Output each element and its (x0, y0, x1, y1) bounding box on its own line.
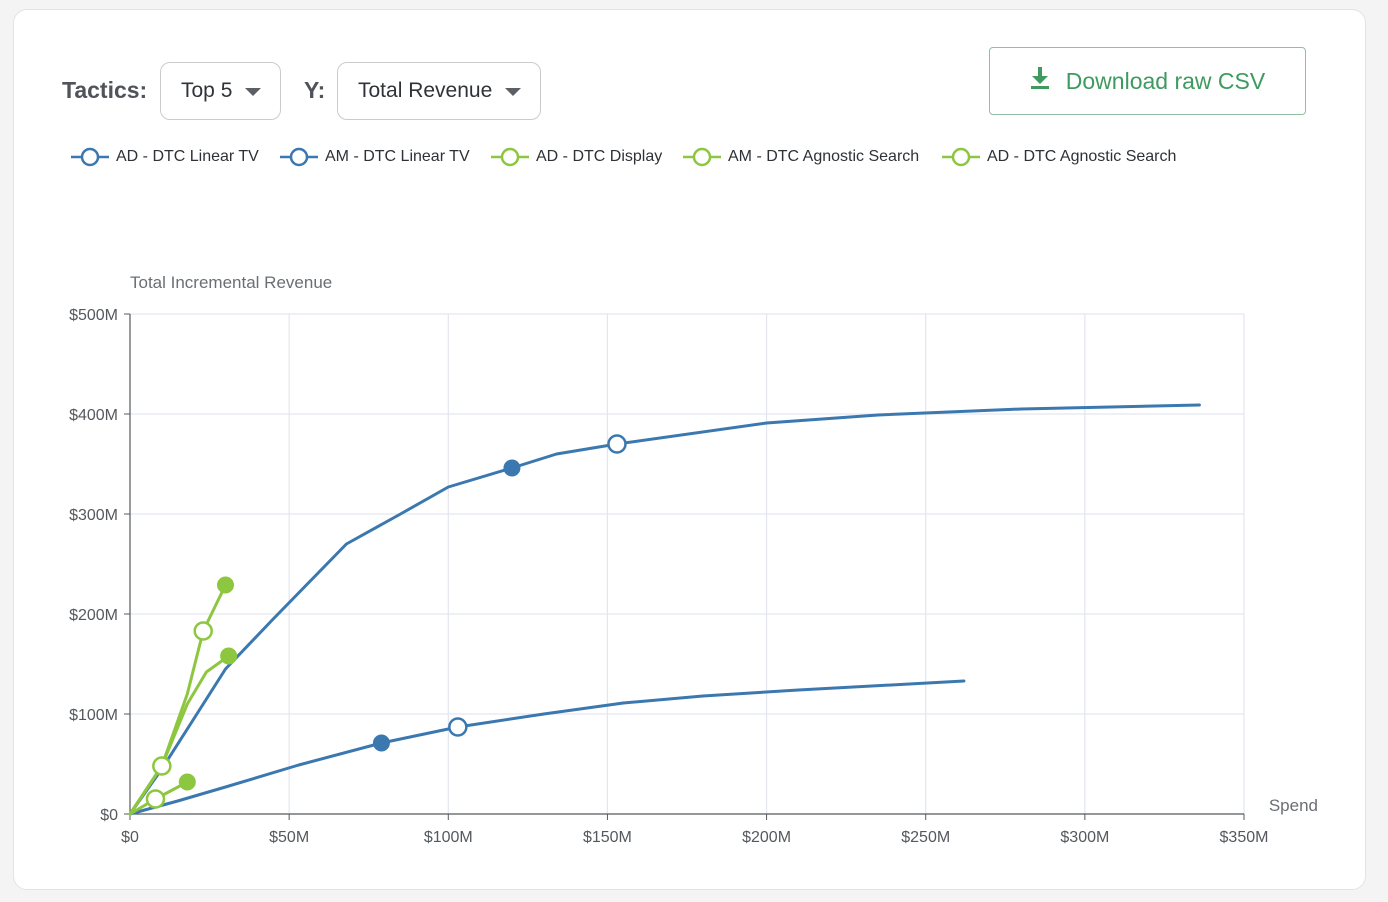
chart-axes: $0 $50M $100M $150M $200M $250M $300M $350M $0 $1… (69, 307, 1268, 846)
y-tick-label: $300M (69, 507, 118, 524)
x-axis-title: Spend (1269, 796, 1318, 815)
chart-series (128, 403, 1201, 816)
y-tick-label: $0 (100, 807, 118, 824)
y-tick-label: $500M (69, 307, 118, 324)
data-point-filled[interactable] (503, 459, 521, 477)
x-tick-label: $50M (269, 829, 309, 846)
x-tick-label: $300M (1060, 829, 1109, 846)
x-tick-label: $100M (424, 829, 473, 846)
x-tick-label: $150M (583, 829, 632, 846)
y-tick-label: $400M (69, 407, 118, 424)
y-tick-label: $200M (69, 607, 118, 624)
x-tick-label: $200M (742, 829, 791, 846)
data-point-filled[interactable] (220, 647, 238, 665)
chart-grid (130, 313, 1245, 814)
x-tick-label: $250M (901, 829, 950, 846)
data-point-filled[interactable] (216, 576, 234, 594)
data-point-open[interactable] (607, 434, 627, 454)
series-line[interactable] (128, 679, 966, 816)
data-point-filled[interactable] (178, 773, 196, 791)
revenue-curve-chart: $0 $50M $100M $150M $200M $250M $300M $350M $0 $1… (69, 273, 1318, 846)
data-point-open[interactable] (152, 756, 172, 776)
data-point-filled[interactable] (372, 734, 390, 752)
series-line[interactable] (128, 403, 1201, 816)
x-tick-label: $350M (1220, 829, 1269, 846)
data-point-open[interactable] (145, 789, 166, 809)
y-axis-title: Total Incremental Revenue (130, 273, 332, 292)
series-line[interactable] (128, 583, 227, 816)
x-tick-label: $0 (121, 829, 139, 846)
y-tick-label: $100M (69, 707, 118, 724)
data-point-open[interactable] (193, 621, 213, 641)
data-point-open[interactable] (448, 717, 468, 737)
